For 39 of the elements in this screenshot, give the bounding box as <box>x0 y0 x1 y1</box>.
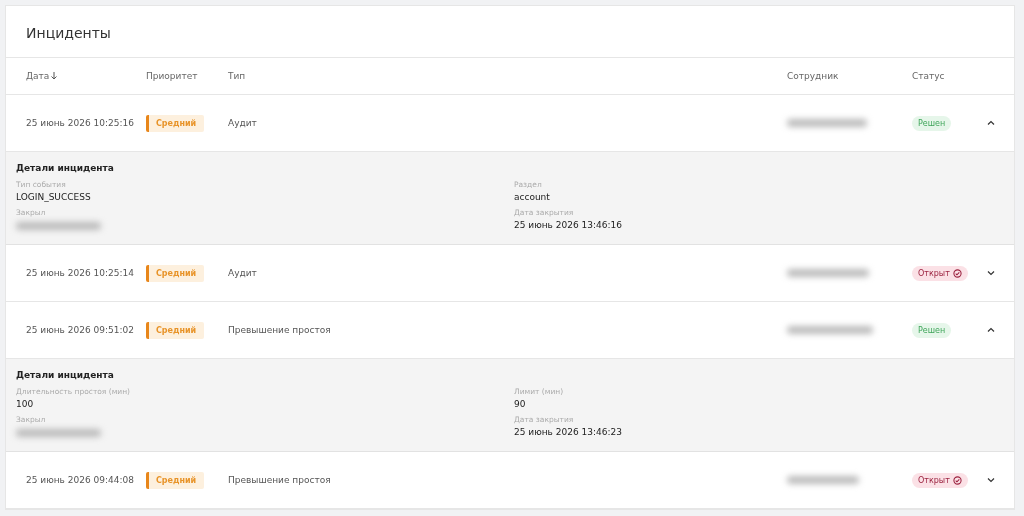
date-cell-text: 25 июнь 2026 10:25:16 <box>26 118 135 128</box>
status-badge: Открыт <box>912 265 968 281</box>
column-header[interactable]: Приоритет <box>146 71 228 81</box>
date-cell-text: 25 июнь 2026 09:51:02 <box>26 325 135 335</box>
table-row[interactable]: 25 июнь 2026 09:44:08 Средний Превышение простоя Открыт <box>6 452 1014 509</box>
priority-tag: Средний <box>146 321 205 339</box>
priority-tag: Средний <box>146 264 205 282</box>
check-circle-icon <box>952 268 962 278</box>
priority-tag: Средний <box>146 471 205 489</box>
field-value: 90 <box>514 399 527 409</box>
column-header[interactable]: Сотрудник <box>787 71 912 81</box>
chevron-up-icon <box>987 327 995 333</box>
field-value: account <box>514 192 551 202</box>
blurred-text <box>787 476 859 484</box>
date-cell-text: 25 июнь 2026 10:25:14 <box>26 268 135 278</box>
field-value: 25 июнь 2026 13:46:23 <box>514 427 623 437</box>
column-header[interactable]: Дата <box>26 71 146 81</box>
check-circle-icon <box>952 475 962 485</box>
type-cell-text: Аудит <box>228 268 258 278</box>
chevron-down-icon <box>987 270 995 276</box>
status-badge: Решен <box>912 322 952 338</box>
type-cell-text: Аудит <box>228 118 258 128</box>
field-value: 100 <box>16 399 35 409</box>
priority-tag: Средний <box>146 114 205 132</box>
card-title: Инциденты <box>6 6 1014 58</box>
type-cell-text: Превышение простоя <box>228 325 332 335</box>
type-cell-text: Превышение простоя <box>228 475 332 485</box>
table-row[interactable]: 25 июнь 2026 10:25:14 Средний Аудит Открыт <box>6 245 1014 302</box>
field-value: 25 июнь 2026 13:46:16 <box>514 220 623 230</box>
details-heading: Детали инцидента <box>16 370 115 380</box>
chevron-up-icon <box>987 120 995 126</box>
status-badge: Решен <box>912 115 952 131</box>
date-cell-text: 25 июнь 2026 09:44:08 <box>26 475 135 485</box>
field-value: LOGIN_SUCCESS <box>16 192 92 202</box>
chevron-down-icon <box>987 477 995 483</box>
column-header[interactable]: Тип <box>228 71 787 81</box>
details-heading: Детали инцидента <box>16 163 115 173</box>
column-header[interactable]: Статус <box>912 71 984 81</box>
status-badge: Открыт <box>912 472 968 488</box>
